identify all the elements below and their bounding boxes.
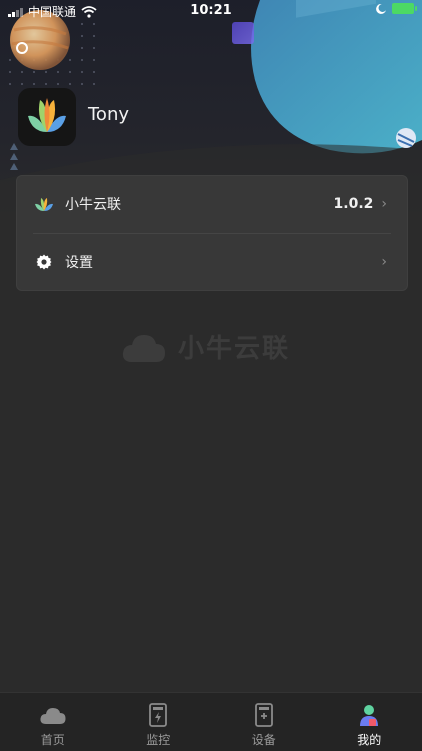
cloud-icon <box>40 703 66 727</box>
watermark-text: 小牛云联 <box>178 328 290 365</box>
tab-monitor[interactable]: 监控 <box>106 693 212 751</box>
username: Tony <box>88 104 129 125</box>
tab-bar: 首页 监控 设备 我的 <box>0 692 422 751</box>
menu-item-label: 设置 <box>65 252 381 272</box>
tab-profile[interactable]: 我的 <box>317 693 422 751</box>
monitor-icon <box>145 703 171 727</box>
tab-label: 我的 <box>357 731 381 748</box>
status-time: 10:21 <box>0 3 422 18</box>
tab-label: 首页 <box>41 731 65 748</box>
menu-item-settings[interactable]: 设置 › <box>17 234 407 290</box>
gear-icon <box>33 251 55 273</box>
tab-label: 设备 <box>252 731 276 748</box>
chevron-right-icon: › <box>381 196 387 212</box>
app-logo-icon <box>33 193 55 215</box>
cloud-icon <box>122 332 166 362</box>
app-logo-icon <box>18 88 76 146</box>
menu-item-about[interactable]: 小牛云联 1.0.2 › <box>17 176 407 232</box>
status-bar: 中国联通 10:21 <box>0 0 422 22</box>
avatar[interactable] <box>18 88 76 146</box>
device-icon <box>251 703 277 727</box>
version-value: 1.0.2 <box>334 196 374 212</box>
brand-watermark: 小牛云联 <box>122 328 290 365</box>
chevron-right-icon: › <box>381 254 387 270</box>
tab-label: 监控 <box>146 731 170 748</box>
moon-icon <box>376 4 386 14</box>
user-icon <box>356 703 382 727</box>
battery-icon <box>392 3 414 14</box>
menu-item-label: 小牛云联 <box>65 194 334 214</box>
tab-home[interactable]: 首页 <box>0 693 106 751</box>
tab-devices[interactable]: 设备 <box>211 693 317 751</box>
menu-card: 小牛云联 1.0.2 › 设置 › <box>16 175 408 291</box>
